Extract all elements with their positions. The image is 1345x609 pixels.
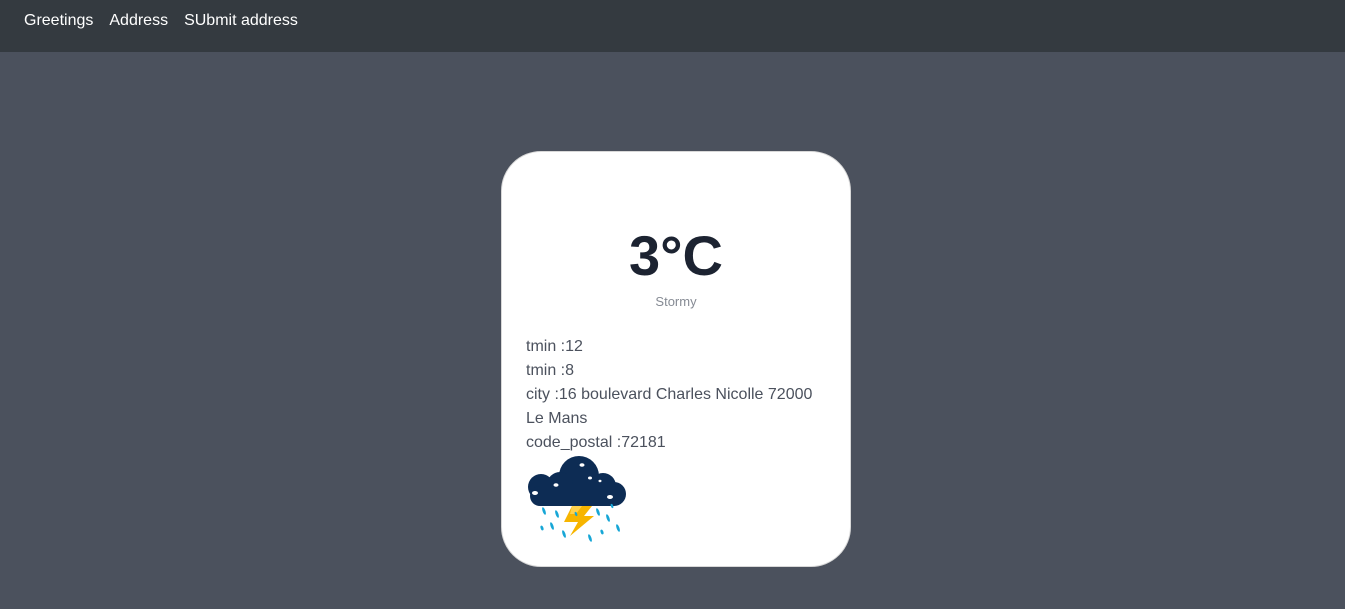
city-value: 16 boulevard Charles Nicolle 72000 Le Ma… <box>526 386 813 427</box>
weather-card: 3°C Stormy tmin :12 tmin :8 city :16 bou… <box>501 151 851 567</box>
weather-condition: Stormy <box>655 294 697 309</box>
storm-cloud-icon <box>528 456 626 542</box>
city-label: city : <box>526 386 559 403</box>
tmin-row: tmin :12 <box>526 335 826 359</box>
postal-value: 72181 <box>621 434 666 451</box>
temperature: 3°C <box>629 224 723 287</box>
nav-link-greetings[interactable]: Greetings <box>24 13 93 29</box>
nav-link-address[interactable]: Address <box>109 13 168 29</box>
nav-link-submit-address[interactable]: SUbmit address <box>184 13 298 29</box>
navbar: Greetings Address SUbmit address <box>0 0 1345 52</box>
tmax-row: tmin :8 <box>526 359 826 383</box>
weather-details: tmin :12 tmin :8 city :16 boulevard Char… <box>526 335 826 455</box>
tmin-label: tmin : <box>526 338 566 355</box>
postal-row: code_postal :72181 <box>526 431 826 455</box>
city-row: city :16 boulevard Charles Nicolle 72000… <box>526 383 826 431</box>
tmax-label: tmin : <box>526 362 566 379</box>
postal-label: code_postal : <box>526 434 622 451</box>
tmax-value: 8 <box>565 362 575 379</box>
tmin-value: 12 <box>565 338 583 355</box>
